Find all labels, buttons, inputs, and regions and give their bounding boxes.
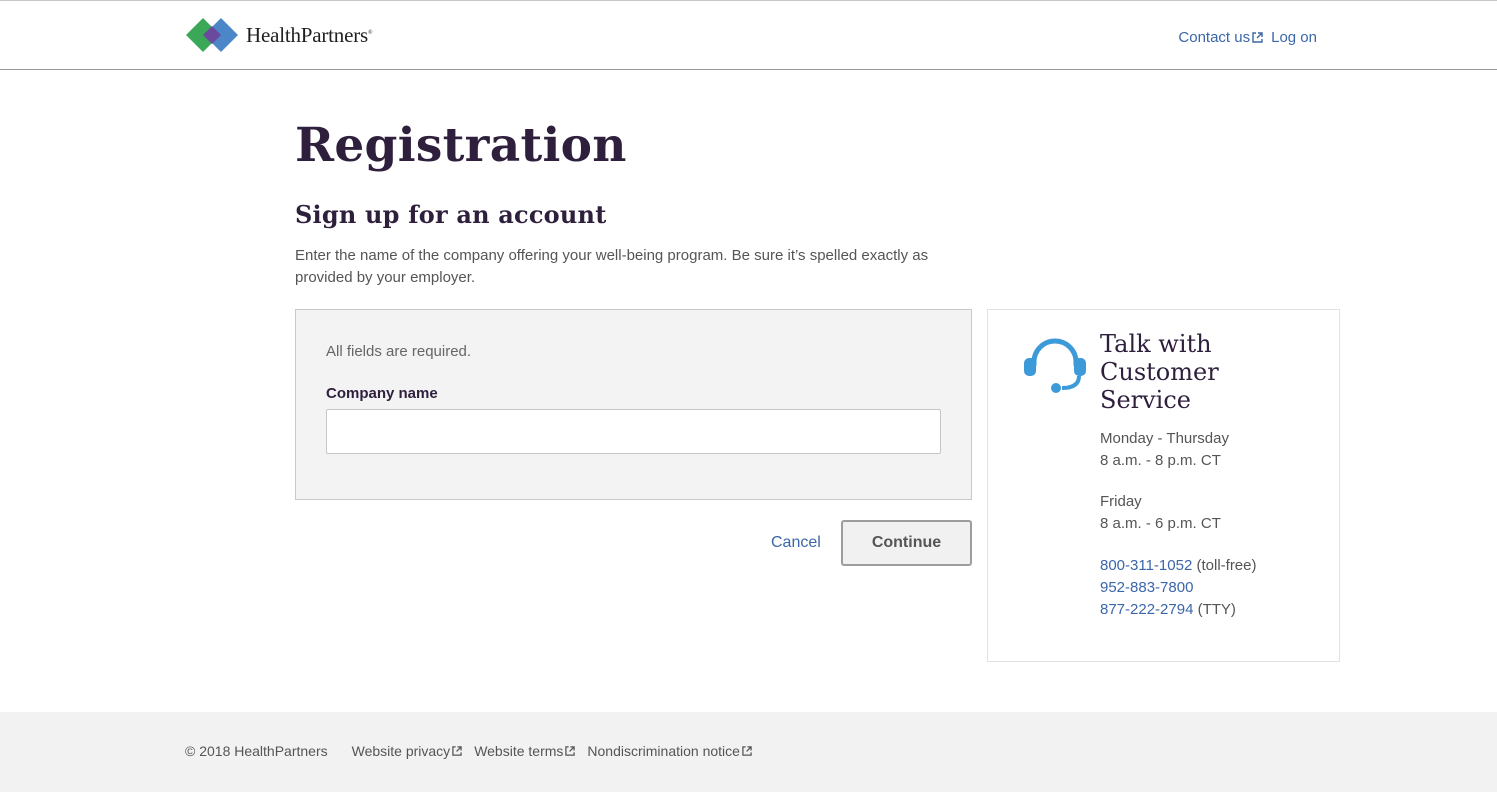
contact-us-label: Contact us [1178, 29, 1251, 46]
intro-text: Enter the name of the company offering y… [295, 247, 929, 286]
external-link-icon [1252, 32, 1263, 43]
website-terms-link[interactable]: Website terms [474, 743, 576, 759]
hours-days: Monday - Thursday [1100, 430, 1229, 447]
continue-button[interactable]: Continue [841, 520, 972, 566]
healthpartners-logo[interactable]: HealthPartners® [184, 15, 373, 55]
header-nav: Contact us Log on [1178, 29, 1317, 46]
phone-link-tollfree[interactable]: 800-311-1052 [1100, 557, 1192, 574]
site-header: HealthPartners® Contact us Log on [0, 0, 1497, 70]
hours-days: Friday [1100, 493, 1142, 510]
customer-service-card: Talk with Customer Service Monday - Thur… [987, 309, 1340, 662]
required-note: All fields are required. [326, 343, 472, 360]
contact-us-link[interactable]: Contact us [1178, 29, 1263, 46]
external-link-icon [742, 746, 752, 756]
website-privacy-label: Website privacy [351, 743, 451, 759]
log-on-label: Log on [1271, 29, 1317, 46]
cancel-link[interactable]: Cancel [771, 534, 821, 552]
hours-time: 8 a.m. - 8 p.m. CT [1100, 452, 1221, 469]
phone-row: 800-311-1052 (toll-free) [1100, 555, 1257, 577]
logo-text: HealthPartners® [246, 22, 373, 47]
hours-weekdays: Monday - Thursday 8 a.m. - 8 p.m. CT [1100, 428, 1229, 472]
phone-row: 952-883-7800 [1100, 577, 1257, 599]
page-subtitle: Sign up for an account [295, 200, 607, 229]
website-terms-label: Website terms [474, 743, 564, 759]
registration-form: All fields are required. Company name [295, 309, 972, 500]
page-title: Registration [295, 118, 627, 173]
phone-link-tty[interactable]: 877-222-2794 [1100, 601, 1193, 618]
phone-row: 877-222-2794 (TTY) [1100, 599, 1257, 621]
company-name-input[interactable] [326, 409, 941, 454]
phone-list: 800-311-1052 (toll-free) 952-883-7800 87… [1100, 555, 1257, 621]
hours-friday: Friday 8 a.m. - 6 p.m. CT [1100, 491, 1221, 535]
nondiscrimination-notice-label: Nondiscrimination notice [587, 743, 740, 759]
phone-note: (toll-free) [1196, 557, 1257, 574]
log-on-link[interactable]: Log on [1271, 29, 1317, 46]
headset-icon [1024, 338, 1086, 393]
site-footer: © 2018 HealthPartners Website privacy We… [0, 712, 1497, 792]
customer-service-title: Talk with Customer Service [1100, 330, 1219, 414]
phone-link-local[interactable]: 952-883-7800 [1100, 579, 1193, 596]
copyright-text: © 2018 HealthPartners [185, 743, 328, 759]
website-privacy-link[interactable]: Website privacy [352, 743, 463, 759]
logo-diamond-icon [186, 18, 238, 52]
phone-note: (TTY) [1197, 601, 1236, 618]
external-link-icon [452, 746, 462, 756]
nondiscrimination-notice-link[interactable]: Nondiscrimination notice [587, 743, 752, 759]
footer-content: © 2018 HealthPartners Website privacy We… [185, 743, 764, 759]
external-link-icon [565, 746, 576, 756]
hours-time: 8 a.m. - 6 p.m. CT [1100, 515, 1221, 532]
company-name-label: Company name [326, 385, 438, 402]
